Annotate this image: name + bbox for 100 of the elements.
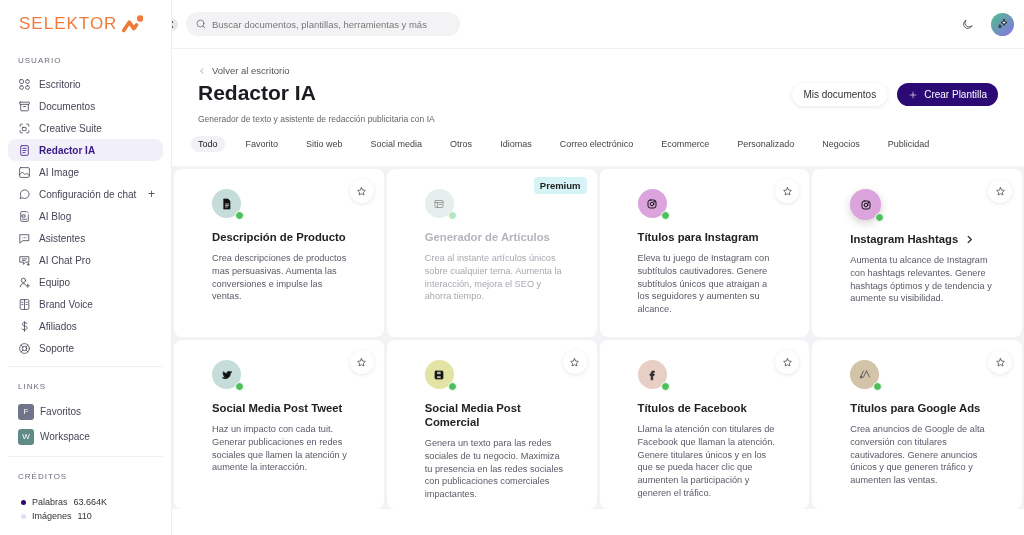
plus-icon xyxy=(908,89,919,100)
star-icon xyxy=(356,356,368,368)
add-button[interactable]: + xyxy=(148,187,155,201)
create-template-button[interactable]: Crear Plantilla xyxy=(897,83,998,106)
filter-tab[interactable]: Ecommerce xyxy=(654,136,717,152)
search-field[interactable]: Buscar documentos, plantillas, herramientas y más xyxy=(186,12,460,36)
credit-label: Imágenes xyxy=(32,511,72,521)
link-avatar: F xyxy=(18,403,34,420)
card-description: Haz un impacto con cada tuit. Generar publicaciones en redes sociales que llamen la atención y aumente la interacción. xyxy=(212,423,348,475)
grid-icon xyxy=(18,77,31,91)
premium-badge: Premium xyxy=(533,177,587,194)
status-dot xyxy=(873,382,883,391)
nav-item[interactable]: Creative Suite xyxy=(8,117,163,139)
bird-icon xyxy=(220,368,233,381)
tool-card[interactable]: Títulos para Instagram Eleva tu juego de Instagram con subtítulos cautivadores. Genere subtítulos únicos que atraigan a los seguidores y aumenten su alcance. xyxy=(599,169,810,337)
documents-button[interactable]: Mis documentos xyxy=(792,83,888,106)
frame-icon xyxy=(18,121,31,135)
dollar-icon xyxy=(18,319,31,333)
card-title: Social Media Post Tweet xyxy=(212,401,343,415)
filter-tab[interactable]: Correo electrónico xyxy=(552,136,641,152)
link-item[interactable]: Favoritos xyxy=(40,406,82,417)
card-description: Genera un texto para las redes sociales de tu negocio. Maximiza tu presencia en las redes sociales con publicaciones comerciales impactantes. xyxy=(424,437,565,501)
message-plus-icon xyxy=(18,253,31,267)
filter-tab[interactable]: Sitio web xyxy=(299,136,350,152)
star-icon xyxy=(781,185,793,197)
filter-tab[interactable]: Negocios xyxy=(815,136,867,152)
nav-item[interactable]: Asistentes xyxy=(8,227,163,249)
nav-item[interactable]: Configuración de chat + xyxy=(8,183,163,205)
filter-tab[interactable]: Favorito xyxy=(238,136,286,152)
star-icon xyxy=(781,356,793,368)
logo-icon xyxy=(121,13,144,35)
status-dot xyxy=(235,382,244,391)
card-description: Llama la atención con titulares de Facebook que llaman la atención. Genere titulares únicos y en los que se pueda hacer clic que aumenten la participación y generen el tráfico. xyxy=(637,423,776,500)
card-title: Social Media Post Comercial xyxy=(424,401,522,429)
section-heading: LINKS xyxy=(17,381,48,393)
card-title: Títulos para Google Ads xyxy=(850,401,981,415)
avatar-button[interactable] xyxy=(991,12,1014,36)
status-dot xyxy=(235,211,244,220)
favorite-button[interactable] xyxy=(988,350,1012,374)
tool-card[interactable]: Descripción de Producto Crea descripciones de productos mas persuasivas. Aumenta las conversiones e impulse las ventas. xyxy=(174,169,384,337)
nav-item[interactable]: Documentos xyxy=(8,95,163,117)
card-title: Instagram Hashtags xyxy=(850,232,959,246)
status-dot xyxy=(660,382,670,391)
tool-card[interactable]: Social Media Post Tweet Haz un impacto con cada tuit. Generar publicaciones en redes sociales que llamen la atención y aumente la interacción. xyxy=(174,340,384,509)
credit-value: 110 xyxy=(77,511,92,521)
filter-tab[interactable]: Social media xyxy=(363,136,430,152)
favorite-button[interactable] xyxy=(349,179,374,203)
favorite-button[interactable] xyxy=(349,350,374,374)
filter-tab[interactable]: Todo xyxy=(191,136,225,152)
status-dot xyxy=(447,382,457,391)
filter-tab[interactable]: Personalizado xyxy=(730,136,802,152)
nav-item[interactable]: Brand Voice xyxy=(8,293,163,315)
star-icon xyxy=(994,356,1006,368)
status-dot xyxy=(660,211,670,220)
layout-icon xyxy=(433,197,446,210)
tool-card[interactable]: Títulos de Facebook Llama la atención con titulares de Facebook que llaman la atención. Genere titulares únicos y en los que se pueda hacer clic que aumenten la participación y generen el tráfico. xyxy=(599,340,810,509)
blog-icon xyxy=(18,209,31,223)
filter-tab[interactable]: Otros xyxy=(443,136,480,152)
tool-card[interactable]: Social Media Post Comercial Genera un texto para las redes sociales de tu negocio. Maximiza tu presencia en las redes sociales con publicaciones comerciales impactantes. xyxy=(386,340,597,509)
lifebuoy-icon xyxy=(18,341,31,355)
user-plus-icon xyxy=(18,275,31,289)
filter-tab[interactable]: Idiomas xyxy=(493,136,539,152)
credit-value: 63.664K xyxy=(73,497,108,507)
favorite-button[interactable] xyxy=(562,350,587,374)
moon-icon xyxy=(961,17,974,31)
letter-f-icon xyxy=(646,368,658,381)
nav-item[interactable]: Redactor IA xyxy=(8,139,163,161)
tool-card[interactable]: Títulos para Google Ads Crea anuncios de Google de alta conversión con titulares cautivadores. Genere anuncios únicos y que generen tráfico y aumenten las ventas. xyxy=(812,340,1022,509)
favorite-button[interactable] xyxy=(775,350,800,374)
nav-item[interactable]: Soporte xyxy=(8,337,163,359)
card-title: Generador de Artículos xyxy=(424,230,550,244)
nav-item[interactable]: AI Chat Pro xyxy=(8,249,163,271)
card-description: Crea al instante artículos únicos sobre cualquier tema. Aumenta la interacción, mejora el SEO y ahorra tiempo. xyxy=(424,252,563,304)
nav-item[interactable]: Equipo xyxy=(8,271,163,293)
section-heading: USUARIO xyxy=(17,55,63,67)
status-dot xyxy=(875,213,885,222)
section-heading: CRÉDITOS xyxy=(17,471,69,483)
favorite-button[interactable] xyxy=(775,179,800,203)
nav-item[interactable]: Escritorio xyxy=(8,73,163,95)
instagram-icon xyxy=(646,197,658,210)
dark-mode-button[interactable] xyxy=(961,17,974,31)
back-link[interactable]: Volver al escritorio xyxy=(198,65,290,76)
favorite-button[interactable] xyxy=(988,179,1012,203)
card-description: Crea descripciones de productos mas persuasivas. Aumenta las conversiones e impulse las ventas. xyxy=(212,252,348,304)
card-description: Crea anuncios de Google de alta conversión con titulares cautivadores. Genere anuncios únicos y que generen tráfico y aumenten las ventas. xyxy=(850,423,986,487)
instagram-icon xyxy=(859,198,872,211)
page-title: Redactor IA xyxy=(198,81,316,105)
nav-item[interactable]: AI Blog xyxy=(8,205,163,227)
filter-tab[interactable]: Publicidad xyxy=(880,136,937,152)
chevron-left-icon xyxy=(198,66,206,75)
card-description: Aumenta tu alcance de Instagram con hashtags relevantes. Genere hashtags óptimos y de tendencia y aumente su visibilidad. xyxy=(850,254,992,306)
nav-item[interactable]: AI Image xyxy=(8,161,163,183)
tool-card[interactable]: Instagram Hashtags Aumenta tu alcance de Instagram con hashtags relevantes. Genere hashtags óptimos y de tendencia y aumente su visibilidad. xyxy=(812,169,1022,337)
brand-name: SELEKTOR xyxy=(19,14,118,34)
nav-item[interactable]: Afiliados xyxy=(8,315,163,337)
card-description: Eleva tu juego de Instagram con subtítulos cautivadores. Genere subtítulos únicos que atraigan a los seguidores y aumenten su alcance. xyxy=(637,252,771,316)
link-avatar: W xyxy=(18,428,34,445)
card-title: Títulos para Instagram xyxy=(637,230,759,244)
link-item[interactable]: Workspace xyxy=(40,431,90,442)
archive-icon xyxy=(18,99,31,113)
